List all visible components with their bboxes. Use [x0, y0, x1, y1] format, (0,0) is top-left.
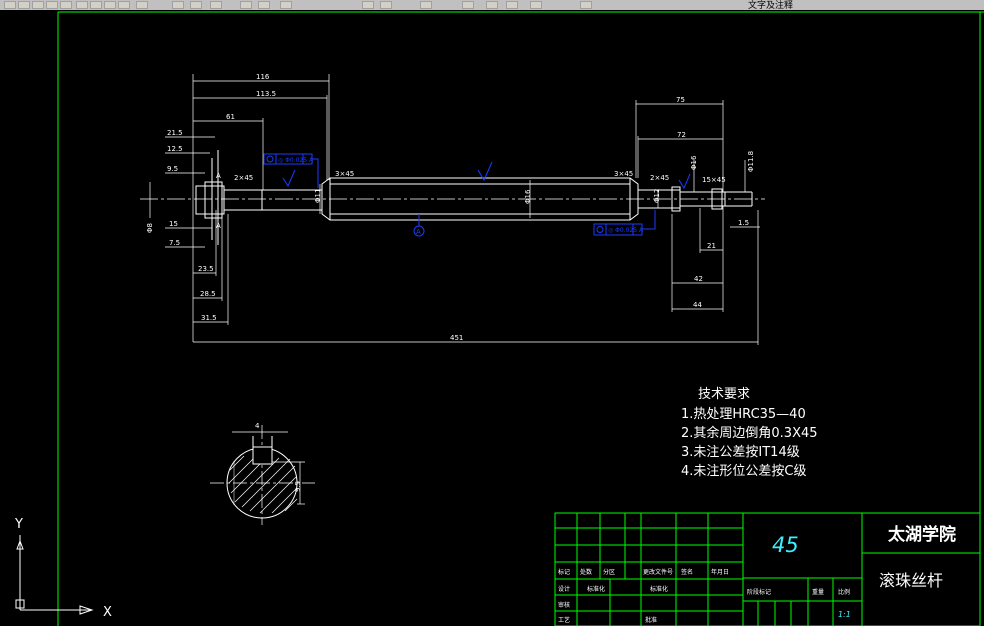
- dim-21: 21: [707, 242, 716, 250]
- tb-label-change-doc: 更改文件号: [643, 568, 673, 576]
- tech-item-2: 2.其余周边倒角0.3X45: [681, 425, 818, 441]
- cut-icon[interactable]: [76, 1, 88, 9]
- technical-requirements: 技术要求 1.热处理HRC35—40 2.其余周边倒角0.3X45 3.未注公差…: [681, 387, 818, 479]
- calc-icon[interactable]: [486, 1, 498, 9]
- tb-scale-value: 1:1: [838, 610, 851, 619]
- tb-label-date: 年月日: [711, 568, 729, 576]
- chamfer-3x45-right: 3×45: [614, 170, 633, 178]
- markup-icon[interactable]: [462, 1, 474, 9]
- dim-center-diameter: Φ16: [524, 189, 532, 204]
- tolerance-right-text: ◎ Φ0.025 A: [608, 227, 644, 234]
- dim-23-5: 23.5: [198, 265, 214, 273]
- tb-label-zone: 分区: [603, 568, 615, 576]
- part-name: 滚珠丝杆: [879, 571, 943, 590]
- section-dim-4: 4: [255, 422, 260, 430]
- tb-label-check: 审核: [558, 601, 570, 609]
- datum-a-label: A: [416, 228, 421, 236]
- shaft-drawing: 116 113.5 61 21.5 12.5 9.5 Φ8 15 7.5 23.…: [14, 11, 984, 626]
- drawing-frame: [57, 11, 984, 626]
- tech-item-1: 1.热处理HRC35—40: [681, 407, 806, 422]
- shaft-main-view: [140, 150, 765, 245]
- dim-9-5: 9.5: [167, 165, 178, 173]
- geometric-tolerance-frame-left: ◎ Φ0.025 A: [263, 153, 319, 188]
- tb-label-process-top: 标准化: [650, 585, 668, 593]
- cad-application: 文字及注释 116 113.5 61 21.5 12.5 9.5 Φ8 15 7…: [0, 0, 984, 626]
- material-label: 45: [772, 533, 799, 557]
- dim-28-5: 28.5: [200, 290, 216, 298]
- school-name: 太湖学院: [888, 524, 956, 545]
- dim-phi8: Φ8: [146, 223, 154, 233]
- section-mark-a-top: A: [216, 172, 221, 180]
- title-block-texts: 45 太湖学院 滚珠丝杆 标记 处数 分区 更改文件号 签名 年月日 设计 标准…: [558, 524, 956, 624]
- tb-label-weight: 重量: [812, 588, 824, 596]
- chamfer-3x45-left: 3×45: [335, 170, 354, 178]
- tb-label-mark: 标记: [558, 568, 570, 576]
- tb-label-design: 设计: [558, 585, 570, 593]
- ucs-x-label: X: [103, 605, 112, 620]
- section-dim-9-5: 9.5: [294, 481, 302, 492]
- dim-1-5: 1.5: [738, 219, 749, 227]
- dim-21-5: 21.5: [167, 129, 183, 137]
- undo-icon[interactable]: [136, 1, 148, 9]
- dim-61: 61: [226, 113, 235, 121]
- sheet-set-icon[interactable]: [420, 1, 432, 9]
- layer-icon[interactable]: [506, 1, 518, 9]
- dim-phi11-8: Φ11.8: [747, 151, 755, 172]
- zoom-realtime-icon[interactable]: [210, 1, 222, 9]
- dim-31-5: 31.5: [201, 314, 217, 322]
- section-view: 4 9.5: [210, 422, 315, 525]
- dim-44: 44: [693, 301, 702, 309]
- tech-item-4: 4.未注形位公差按C级: [681, 464, 806, 479]
- datum-a: A: [413, 214, 425, 237]
- dim-15: 15: [169, 220, 178, 228]
- tb-label-scale: 比例: [838, 588, 850, 596]
- dim-451: 451: [450, 334, 463, 342]
- redo-icon[interactable]: [172, 1, 184, 9]
- tech-item-3: 3.未注公差按IT14级: [681, 445, 800, 460]
- text-style-icon[interactable]: [530, 1, 542, 9]
- dim-style-icon[interactable]: [580, 1, 592, 9]
- new-icon[interactable]: [4, 1, 16, 9]
- preview-icon[interactable]: [60, 1, 72, 9]
- save-icon[interactable]: [32, 1, 44, 9]
- tech-heading: 技术要求: [698, 387, 750, 402]
- dim-phi12: Φ12: [653, 189, 661, 203]
- tolerance-left-text: ◎ Φ0.025 A: [278, 157, 314, 164]
- zoom-window-icon[interactable]: [240, 1, 252, 9]
- copy-icon[interactable]: [90, 1, 102, 9]
- ucs-y-label: Y: [14, 517, 23, 532]
- model-space-canvas[interactable]: 116 113.5 61 21.5 12.5 9.5 Φ8 15 7.5 23.…: [0, 10, 984, 626]
- chamfer-2x45-right: 2×45: [650, 174, 669, 182]
- match-icon[interactable]: [118, 1, 130, 9]
- tb-label-count: 处数: [580, 568, 592, 576]
- ucs-icon: Y X: [14, 517, 112, 620]
- dim-42: 42: [694, 275, 703, 283]
- print-icon[interactable]: [46, 1, 58, 9]
- dim-72: 72: [677, 131, 686, 139]
- pan-icon[interactable]: [190, 1, 202, 9]
- dim-12-5: 12.5: [167, 145, 183, 153]
- tool-palette-icon[interactable]: [380, 1, 392, 9]
- properties-icon[interactable]: [280, 1, 292, 9]
- chamfer-15x45: 15×45: [702, 176, 726, 184]
- tb-label-standard: 标准化: [587, 585, 605, 593]
- dim-75: 75: [676, 96, 685, 104]
- tb-label-stage: 阶段标记: [747, 588, 771, 596]
- dim-116: 116: [256, 73, 270, 81]
- chamfer-2x45-left: 2×45: [234, 174, 253, 182]
- dim-7-5: 7.5: [169, 239, 180, 247]
- section-mark-a-bottom: A: [216, 222, 221, 230]
- design-center-icon[interactable]: [362, 1, 374, 9]
- tb-label-sign: 签名: [681, 568, 693, 576]
- zoom-previous-icon[interactable]: [258, 1, 270, 9]
- dim-113-5: 113.5: [256, 90, 276, 98]
- open-icon[interactable]: [18, 1, 30, 9]
- dim-phi16-right: Φ16: [690, 155, 698, 170]
- paste-icon[interactable]: [104, 1, 116, 9]
- tb-label-process: 工艺: [558, 616, 570, 624]
- dim-phi11: Φ11: [314, 189, 322, 203]
- tb-label-approve: 批准: [645, 616, 657, 624]
